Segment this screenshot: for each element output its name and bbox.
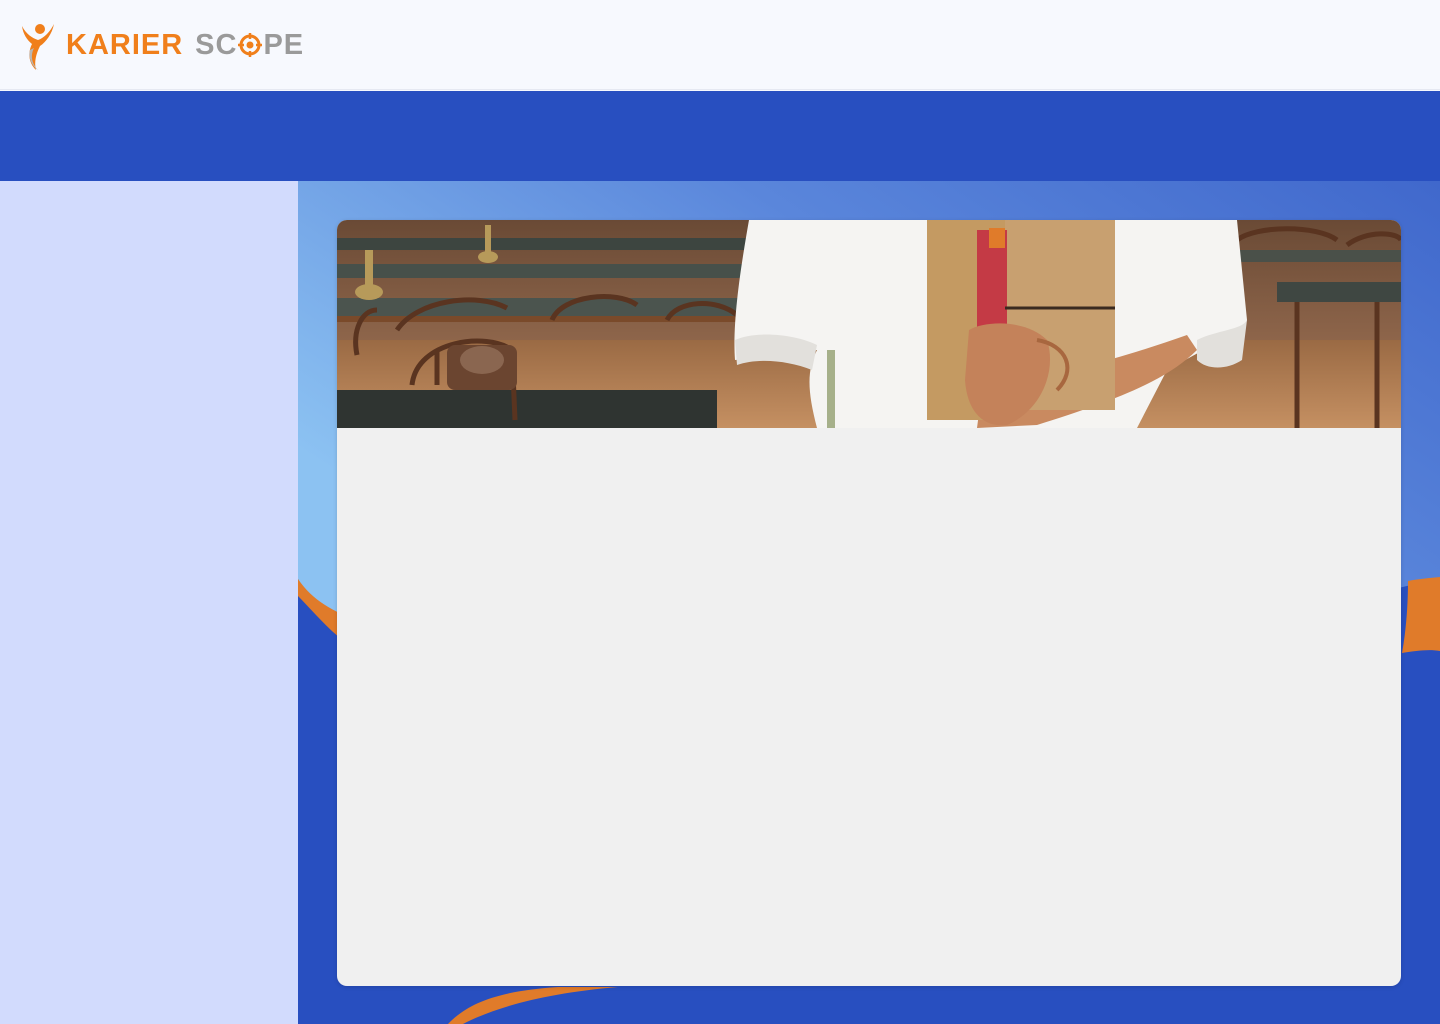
brand-name-part2-after: PE xyxy=(263,28,305,61)
library-student-holding-books-photo xyxy=(337,220,1401,428)
top-header: KARIER SC PE xyxy=(0,0,1440,90)
brand-logo[interactable]: KARIER SC PE xyxy=(18,20,304,70)
main-content-area xyxy=(298,181,1440,1024)
brand-wordmark: KARIER SC PE xyxy=(66,29,304,62)
brand-name-part2-before: SC xyxy=(195,28,238,61)
sidebar xyxy=(0,181,298,1024)
brand-name-part1: KARIER xyxy=(66,28,184,61)
person-flame-logo-icon xyxy=(22,24,54,70)
target-icon xyxy=(238,33,263,57)
navigation-bar xyxy=(0,91,1440,181)
brand-name-part2: SC PE xyxy=(195,29,304,62)
content-card xyxy=(337,220,1401,986)
